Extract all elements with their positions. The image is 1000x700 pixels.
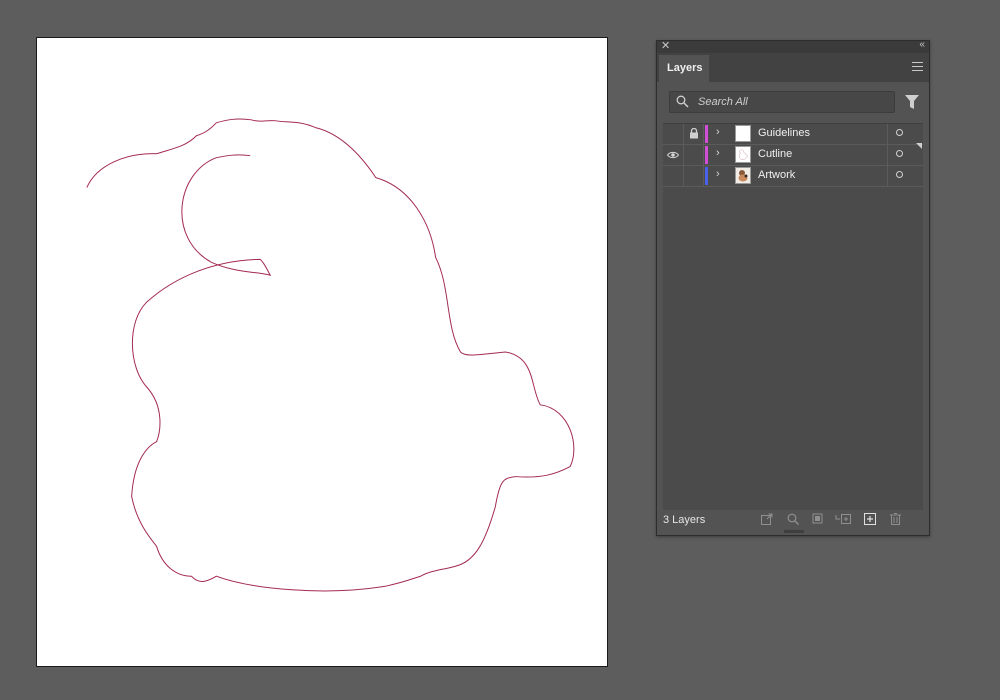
layer-row-artwork[interactable]: › Artwork xyxy=(663,166,923,187)
artboard[interactable] xyxy=(36,37,608,667)
lock-toggle[interactable] xyxy=(684,145,704,165)
layer-name[interactable]: Artwork xyxy=(758,169,795,181)
layer-color-swatch xyxy=(705,125,708,143)
expand-chevron-icon[interactable]: › xyxy=(716,147,720,159)
panel-footer: 3 Layers xyxy=(657,509,929,527)
layers-panel: ✕ ‹‹ Layers Search All › Guidelines › Cu… xyxy=(656,39,930,536)
search-icon xyxy=(676,95,689,108)
panel-titlebar: ✕ ‹‹ xyxy=(657,39,929,53)
layer-name[interactable]: Cutline xyxy=(758,148,792,160)
panel-menu-icon[interactable] xyxy=(912,62,923,71)
lock-toggle[interactable] xyxy=(684,124,704,144)
filter-icon[interactable] xyxy=(905,95,919,109)
layer-thumbnail xyxy=(735,146,751,163)
target-circle-icon[interactable] xyxy=(896,171,903,178)
cutline-path[interactable] xyxy=(37,38,607,666)
layer-count: 3 Layers xyxy=(663,514,706,526)
layers-list: › Guidelines › Cutline › Artwork xyxy=(663,123,923,510)
target-column[interactable] xyxy=(887,124,923,144)
cutline-shape[interactable] xyxy=(86,118,575,592)
layer-row-cutline[interactable]: › Cutline xyxy=(663,145,923,166)
resize-grip[interactable] xyxy=(784,530,804,533)
layer-thumbnail xyxy=(735,125,751,142)
layer-color-swatch xyxy=(705,146,708,164)
visibility-toggle[interactable] xyxy=(663,145,684,165)
cutline-thumbnail-icon xyxy=(739,149,748,160)
close-icon[interactable]: ✕ xyxy=(661,39,670,52)
expand-chevron-icon[interactable]: › xyxy=(716,126,720,138)
target-circle-icon[interactable] xyxy=(896,150,903,157)
target-column[interactable] xyxy=(887,166,923,186)
lock-toggle[interactable] xyxy=(684,166,704,186)
selected-art-indicator xyxy=(916,143,922,149)
lock-icon xyxy=(690,128,698,139)
layer-name[interactable]: Guidelines xyxy=(758,127,810,139)
target-circle-icon[interactable] xyxy=(896,129,903,136)
search-field[interactable]: Search All xyxy=(669,91,895,113)
new-layer-icon[interactable] xyxy=(864,513,876,525)
export-icon[interactable] xyxy=(761,513,773,525)
delete-icon[interactable] xyxy=(890,513,901,525)
layer-color-swatch xyxy=(705,167,708,185)
visibility-toggle[interactable] xyxy=(663,124,684,144)
new-sublayer-icon[interactable] xyxy=(835,513,851,525)
panel-tabbar: Layers xyxy=(657,53,929,82)
visibility-toggle[interactable] xyxy=(663,166,684,186)
artwork-thumbnail-icon xyxy=(736,168,750,183)
layer-thumbnail xyxy=(735,167,751,184)
locate-object-icon[interactable] xyxy=(787,513,799,525)
layer-row-guidelines[interactable]: › Guidelines xyxy=(663,124,923,145)
clipping-mask-icon[interactable] xyxy=(812,513,824,525)
tab-layers[interactable]: Layers xyxy=(659,55,709,82)
expand-chevron-icon[interactable]: › xyxy=(716,168,720,180)
search-input[interactable]: Search All xyxy=(698,96,748,108)
eye-icon xyxy=(667,151,679,159)
collapse-icon[interactable]: ‹‹ xyxy=(919,39,925,50)
